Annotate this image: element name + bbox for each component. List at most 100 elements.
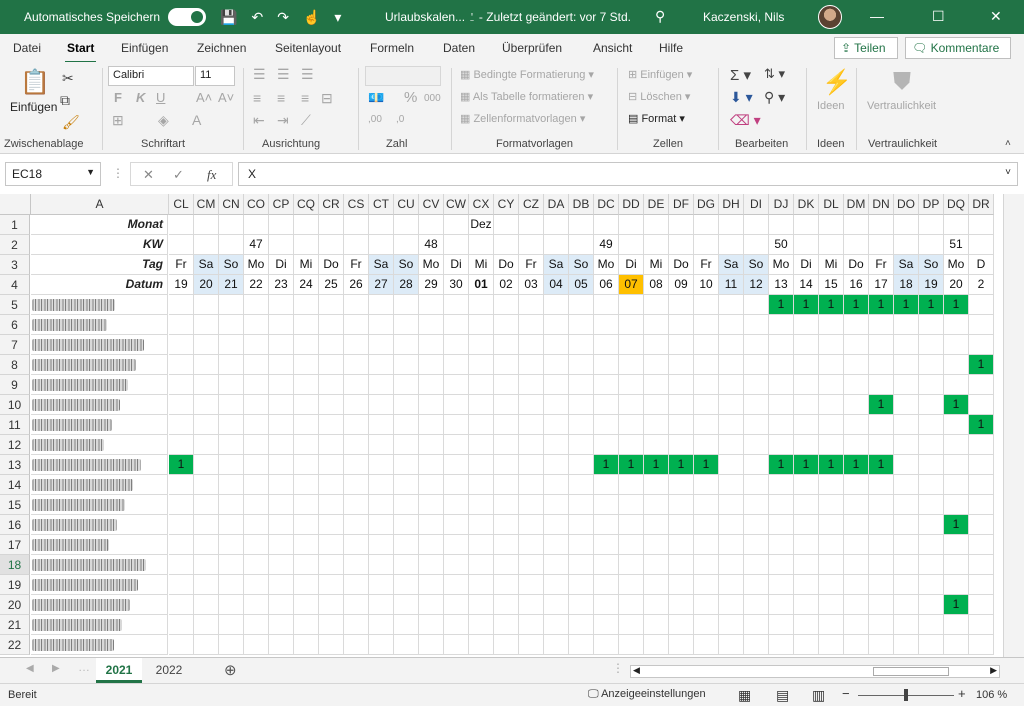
grid-cell[interactable] bbox=[869, 415, 894, 435]
grid-cell[interactable] bbox=[494, 415, 519, 435]
grid-cell[interactable] bbox=[894, 375, 919, 395]
grid-cell[interactable] bbox=[794, 535, 819, 555]
grid-cell[interactable] bbox=[644, 435, 669, 455]
scrollbar-thumb[interactable] bbox=[873, 667, 949, 676]
grid-cell[interactable] bbox=[819, 215, 844, 235]
grid-cell[interactable] bbox=[369, 555, 394, 575]
grid-cell[interactable] bbox=[544, 635, 569, 655]
grid-cell[interactable]: Fr bbox=[169, 255, 194, 275]
grid-cell[interactable] bbox=[769, 475, 794, 495]
grid-cell[interactable] bbox=[694, 295, 719, 315]
grid-cell[interactable] bbox=[519, 635, 544, 655]
grid-cell[interactable] bbox=[219, 315, 244, 335]
grid-cell[interactable] bbox=[619, 395, 644, 415]
grid-cell[interactable] bbox=[619, 435, 644, 455]
grid-cell[interactable]: 1 bbox=[169, 455, 194, 475]
grid-cell[interactable] bbox=[494, 635, 519, 655]
grid-cell[interactable] bbox=[394, 535, 419, 555]
grid-cell[interactable] bbox=[494, 375, 519, 395]
thousands-icon[interactable]: 000 bbox=[424, 93, 441, 104]
grid-cell[interactable] bbox=[919, 595, 944, 615]
grid-cell[interactable] bbox=[469, 635, 494, 655]
grid-cell[interactable] bbox=[369, 355, 394, 375]
grid-cell[interactable] bbox=[544, 415, 569, 435]
grid-cell[interactable] bbox=[594, 555, 619, 575]
grid-cell[interactable] bbox=[194, 595, 219, 615]
tab-seitenlayout[interactable]: Seitenlayout bbox=[275, 41, 341, 55]
grid-cell[interactable] bbox=[194, 515, 219, 535]
grid-cell[interactable] bbox=[244, 535, 269, 555]
grid-cell[interactable] bbox=[569, 535, 594, 555]
grid-cell[interactable] bbox=[519, 355, 544, 375]
grid-cell[interactable] bbox=[969, 495, 994, 515]
grid-cell[interactable] bbox=[794, 575, 819, 595]
grid-cell[interactable] bbox=[344, 515, 369, 535]
grid-cell[interactable]: 1 bbox=[969, 355, 994, 375]
grid-cell[interactable] bbox=[544, 495, 569, 515]
row-header[interactable]: 11 bbox=[0, 415, 30, 435]
avatar[interactable] bbox=[818, 5, 842, 29]
grid-cell[interactable] bbox=[194, 215, 219, 235]
grid-cell[interactable] bbox=[319, 595, 344, 615]
grid-cell[interactable] bbox=[769, 555, 794, 575]
grid-cell[interactable]: 47 bbox=[244, 235, 269, 255]
grid-cell[interactable] bbox=[844, 535, 869, 555]
grid-cell[interactable] bbox=[519, 515, 544, 535]
grid-cell[interactable]: 1 bbox=[869, 295, 894, 315]
grid-cell[interactable] bbox=[294, 535, 319, 555]
grid-cell[interactable] bbox=[844, 435, 869, 455]
format-cells-button[interactable]: ▤ Format ▾ bbox=[628, 112, 685, 125]
grid-cell[interactable] bbox=[819, 515, 844, 535]
grid-cell[interactable] bbox=[419, 595, 444, 615]
grid-cell[interactable] bbox=[169, 315, 194, 335]
scroll-left-icon[interactable]: ◀ bbox=[26, 663, 34, 674]
grid-cell[interactable] bbox=[369, 435, 394, 455]
grid-cell[interactable] bbox=[294, 575, 319, 595]
grid-cell[interactable] bbox=[769, 615, 794, 635]
save-icon[interactable]: 💾 bbox=[220, 9, 237, 26]
grid-cell[interactable] bbox=[719, 375, 744, 395]
grid-cell[interactable] bbox=[869, 635, 894, 655]
grid-cell[interactable]: Do bbox=[319, 255, 344, 275]
grid-cell[interactable] bbox=[244, 375, 269, 395]
cut-icon[interactable]: ✂ bbox=[62, 70, 74, 87]
grid-cell[interactable] bbox=[919, 575, 944, 595]
grid-cell[interactable] bbox=[669, 535, 694, 555]
grid-cell[interactable] bbox=[319, 235, 344, 255]
grid-cell[interactable] bbox=[919, 335, 944, 355]
grid-cell[interactable] bbox=[944, 455, 969, 475]
grid-cell[interactable] bbox=[944, 555, 969, 575]
grid-cell[interactable]: Mi bbox=[469, 255, 494, 275]
grid-cell[interactable]: 24 bbox=[294, 275, 319, 295]
column-header[interactable]: CP bbox=[269, 194, 294, 215]
grid-cell[interactable] bbox=[569, 315, 594, 335]
grid-cell[interactable]: D bbox=[969, 255, 994, 275]
grid-cell[interactable] bbox=[269, 335, 294, 355]
grid-cell[interactable] bbox=[344, 395, 369, 415]
grid-cell[interactable] bbox=[519, 495, 544, 515]
column-header[interactable]: DP bbox=[919, 194, 944, 215]
grid-cell[interactable] bbox=[669, 235, 694, 255]
comments-button[interactable]: 🗨 Kommentare bbox=[905, 37, 1011, 59]
grid-cell[interactable] bbox=[469, 515, 494, 535]
grid-cell[interactable] bbox=[719, 515, 744, 535]
grid-cell[interactable] bbox=[269, 455, 294, 475]
grid-cell[interactable] bbox=[669, 395, 694, 415]
grid-cell[interactable] bbox=[744, 635, 769, 655]
page-break-view-icon[interactable]: ▥ bbox=[812, 687, 825, 704]
grid-cell[interactable] bbox=[594, 515, 619, 535]
column-header[interactable]: DQ bbox=[944, 194, 969, 215]
grid-cell[interactable] bbox=[894, 315, 919, 335]
grid-cell[interactable]: 49 bbox=[594, 235, 619, 255]
grid-cell[interactable] bbox=[919, 215, 944, 235]
grid-cell[interactable] bbox=[519, 535, 544, 555]
grid-cell[interactable] bbox=[894, 395, 919, 415]
column-header[interactable]: DN bbox=[869, 194, 894, 215]
grid-cell[interactable] bbox=[494, 535, 519, 555]
grid-cell[interactable] bbox=[594, 295, 619, 315]
grid-cell[interactable] bbox=[469, 335, 494, 355]
grid-cell[interactable] bbox=[269, 575, 294, 595]
column-header[interactable]: CR bbox=[319, 194, 344, 215]
grid-cell[interactable] bbox=[794, 355, 819, 375]
grid-cell[interactable] bbox=[719, 295, 744, 315]
